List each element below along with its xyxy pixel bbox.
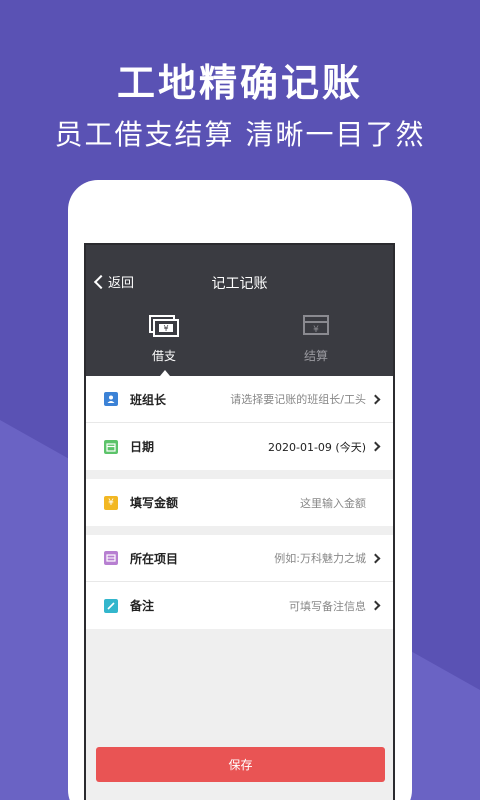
- amount-input[interactable]: 这里输入金额: [300, 495, 366, 511]
- team-leader-row[interactable]: 班组长 请选择要记账的班组长/工头: [86, 376, 393, 423]
- team-leader-label: 班组长: [130, 392, 167, 407]
- app-content: 返回 记工记账 ¥ 借支 ¥ 结算 班组长 请选择要记账的班组长/工头 日期 2…: [86, 245, 393, 800]
- date-value: 2020-01-09 (今天): [267, 440, 366, 454]
- form-group-amount: ¥ 填写金额 这里输入金额: [86, 479, 393, 526]
- amount-row[interactable]: ¥ 填写金额 这里输入金额: [86, 479, 393, 526]
- settlement-icon: ¥: [301, 313, 331, 341]
- chevron-right-icon: [370, 394, 381, 404]
- project-row[interactable]: 所在项目 例如:万科魅力之城: [86, 535, 393, 582]
- pencil-icon: [104, 598, 118, 613]
- project-label: 所在项目: [130, 551, 179, 566]
- team-leader-value: 请选择要记账的班组长/工头: [230, 393, 366, 406]
- date-row[interactable]: 日期 2020-01-09 (今天): [86, 423, 393, 470]
- page-title: 记工记账: [211, 276, 268, 292]
- amount-label: 填写金额: [130, 496, 179, 510]
- tab-settlement[interactable]: ¥ 结算: [256, 313, 376, 364]
- tab-borrow[interactable]: ¥ 借支: [104, 313, 224, 364]
- chevron-right-icon: [370, 600, 381, 611]
- remark-value: 可填写备注信息: [289, 599, 366, 613]
- chevron-right-icon: [370, 441, 381, 452]
- svg-text:¥: ¥: [313, 325, 319, 335]
- top-bar: 返回 记工记账 ¥ 借支 ¥ 结算: [86, 245, 393, 376]
- app-screen: 返回 记工记账 ¥ 借支 ¥ 结算 班组长 请选择要记账的班组长/工头 日期 2…: [84, 243, 395, 800]
- tab-settlement-label: 结算: [303, 349, 328, 363]
- date-label: 日期: [130, 440, 155, 454]
- chevron-right-icon: [370, 553, 381, 563]
- tab-borrow-label: 借支: [151, 349, 176, 363]
- calendar-icon: [104, 439, 118, 454]
- promo-headline: 工地精确记账: [116, 61, 363, 105]
- save-button[interactable]: 保存: [96, 747, 385, 782]
- person-icon: [104, 392, 118, 406]
- yen-icon: ¥: [104, 495, 118, 510]
- remark-label: 备注: [130, 599, 155, 613]
- form-group-details: 所在项目 例如:万科魅力之城 备注 可填写备注信息: [86, 535, 393, 629]
- promo-subline: 员工借支结算 清晰一目了然: [54, 118, 426, 151]
- cash-icon: ¥: [148, 313, 180, 341]
- project-value: 例如:万科魅力之城: [274, 552, 366, 565]
- form-group-basic: 班组长 请选择要记账的班组长/工头 日期 2020-01-09 (今天): [86, 376, 393, 470]
- svg-text:¥: ¥: [163, 324, 168, 333]
- remark-row[interactable]: 备注 可填写备注信息: [86, 582, 393, 629]
- project-icon: [104, 551, 118, 565]
